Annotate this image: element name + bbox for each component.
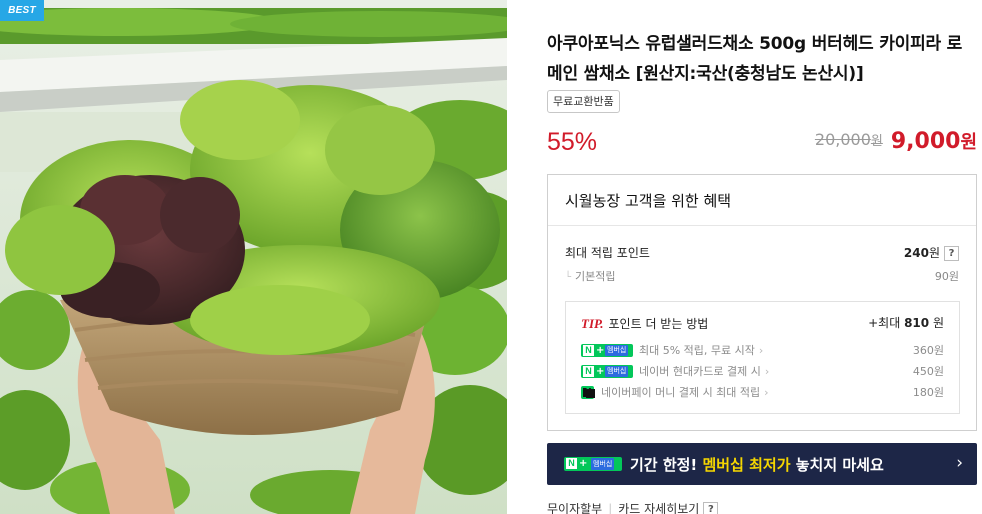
original-price: 20,000원 <box>815 130 883 149</box>
max-points-currency: 원 <box>928 246 940 260</box>
sale-price: 9,000원 <box>891 129 977 154</box>
lettuce-basket-photo <box>0 0 507 514</box>
chevron-right-icon: › <box>764 386 769 399</box>
tip-row-value: 360원 <box>912 344 944 357</box>
membership-text: 멤버십 <box>591 458 615 470</box>
tip-row-label: 네이버 현대카드로 결제 시 › <box>639 364 769 380</box>
naver-pay-mark: N <box>583 386 594 399</box>
max-points-value: 240원? <box>904 244 959 261</box>
banner-text-before: 기간 한정! <box>630 456 703 474</box>
plus-mark: + <box>596 345 605 356</box>
naver-plus-membership-icon: N + 멤버십 <box>581 344 633 357</box>
membership-banner[interactable]: N + 멤버십 기간 한정! 멤버십 최저가 놓치지 마세요 › <box>547 443 977 485</box>
price: 20,000원 9,000원 <box>815 128 977 154</box>
best-badge: BEST <box>0 0 44 21</box>
tip-box: TIP. 포인트 더 받는 방법 +최대 810 원 N + 멤버십 최대 5% 적립… <box>565 301 960 414</box>
basic-points-row: └ 기본적립 90원 <box>565 268 959 284</box>
tip-row-label: 최대 5% 적립, 무료 시작 › <box>639 343 763 359</box>
product-title: 아쿠아포닉스 유럽샐러드채소 500g 버터헤드 카이피라 로메인 쌈채소 [원… <box>547 34 963 84</box>
naver-n-mark: N <box>583 366 594 377</box>
chevron-right-icon: › <box>956 453 963 473</box>
chevron-right-icon: › <box>758 344 764 357</box>
naver-plus-membership-icon: N + 멤버십 <box>564 457 622 471</box>
discount-rate: 55% <box>547 128 598 156</box>
tip-row-naver-pay[interactable]: N 네이버페이 머니 결제 시 최대 적립 › 180원 <box>581 385 944 401</box>
sale-price-value: 9,000 <box>890 129 961 154</box>
naver-pay-n: N <box>585 387 594 397</box>
basic-points-value: 90원 <box>934 270 959 283</box>
max-points-number: 240 <box>903 246 929 260</box>
tip-row-label: 네이버페이 머니 결제 시 최대 적립 › <box>601 385 769 401</box>
help-icon[interactable]: ? <box>944 246 959 261</box>
branch-icon: └ <box>565 272 572 283</box>
original-price-value: 20,000 <box>814 130 871 149</box>
banner-text-highlight: 멤버십 최저가 <box>702 456 791 474</box>
banner-text-after: 놓치지 마세요 <box>790 456 884 474</box>
tip-heading-text: 포인트 더 받는 방법 <box>608 317 709 331</box>
link-separator: | <box>608 502 613 514</box>
installment-link[interactable]: 무이자할부 <box>547 502 602 514</box>
banner-text: 기간 한정! 멤버십 최저가 놓치지 마세요 <box>630 454 884 475</box>
naver-n-mark: N <box>566 458 577 469</box>
tip-total-currency: 원 <box>932 316 944 330</box>
free-return-tag: 무료교환반품 <box>547 90 620 113</box>
tip-total: +최대 810 원 <box>868 314 944 331</box>
sale-price-currency: 원 <box>960 132 977 153</box>
chevron-right-icon: › <box>764 365 770 378</box>
tip-row-value: 450원 <box>912 365 944 378</box>
plus-mark: + <box>596 366 605 377</box>
payment-links: 무이자할부 | 카드 자세히보기? <box>547 500 719 514</box>
tip-row-value: 180원 <box>912 386 944 399</box>
naver-n-mark: N <box>583 345 594 356</box>
card-detail-link[interactable]: 카드 자세히보기 <box>618 502 699 514</box>
tip-mark: TIP. <box>581 316 604 331</box>
tip-row-label-text: 네이버페이 머니 결제 시 최대 적립 <box>601 386 761 399</box>
original-price-currency: 원 <box>870 134 883 149</box>
naver-plus-membership-icon: N + 멤버십 <box>581 365 633 378</box>
basic-points-label: 기본적립 <box>575 270 616 283</box>
membership-text: 멤버십 <box>605 366 629 377</box>
tip-row-label-text: 최대 5% 적립, 무료 시작 <box>639 344 755 357</box>
max-points-row: 최대 적립 포인트 240원? <box>565 244 959 261</box>
benefit-divider <box>548 225 976 226</box>
naver-pay-icon: N <box>581 386 594 399</box>
benefit-heading: 시월농장 고객을 위한 혜택 <box>565 192 732 210</box>
tip-heading: TIP. 포인트 더 받는 방법 <box>581 315 708 332</box>
tip-total-value: 810 <box>904 316 930 330</box>
tip-total-prefix: +최대 <box>868 316 901 330</box>
plus-mark: + <box>579 458 588 469</box>
help-icon[interactable]: ? <box>703 502 719 514</box>
benefit-box: 시월농장 고객을 위한 혜택 최대 적립 포인트 240원? └ 기본적립 90원… <box>547 174 977 431</box>
tip-row-membership[interactable]: N + 멤버십 최대 5% 적립, 무료 시작 › 360원 <box>581 343 944 359</box>
max-points-label: 최대 적립 포인트 <box>565 246 650 260</box>
tip-row-label-text: 네이버 현대카드로 결제 시 <box>639 365 761 378</box>
membership-text: 멤버십 <box>605 345 629 356</box>
product-image[interactable]: BEST <box>0 0 507 514</box>
tip-row-hyundai-card[interactable]: N + 멤버십 네이버 현대카드로 결제 시 › 450원 <box>581 364 944 380</box>
